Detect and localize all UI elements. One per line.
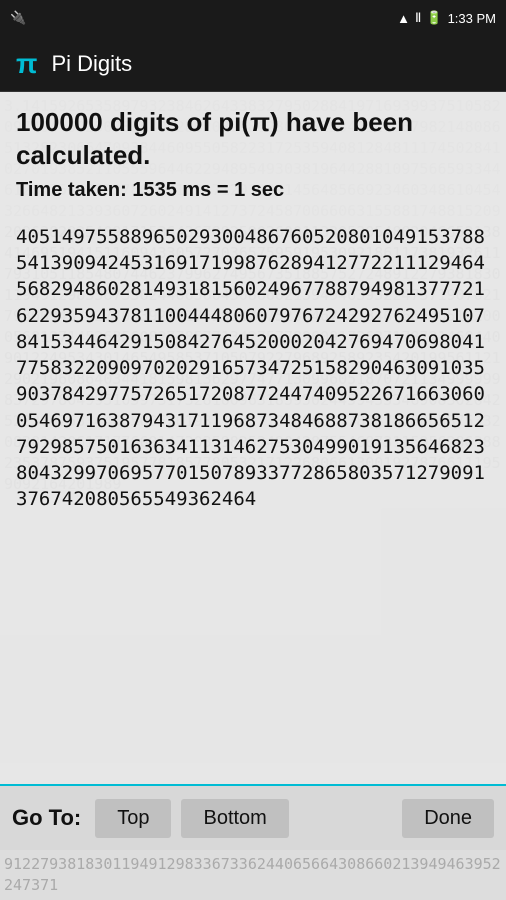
time-taken-text: Time taken: 1535 ms = 1 sec — [16, 179, 490, 202]
done-button[interactable]: Done — [402, 799, 494, 838]
time-display: 1:33 PM — [448, 11, 496, 26]
title-bar: π Pi Digits — [0, 36, 506, 92]
info-box: 100000 digits of pi(π) have been calcula… — [0, 92, 506, 218]
fg-content: 100000 digits of pi(π) have been calcula… — [0, 92, 506, 900]
signal-icon: Ⅱ — [415, 10, 421, 26]
app-title: Pi Digits — [51, 51, 132, 77]
usb-icon: 🔌 — [10, 10, 26, 26]
pi-symbol: π — [16, 48, 37, 80]
top-button[interactable]: Top — [95, 799, 171, 838]
digits-display: 4051497558896502930048676052080104915378… — [0, 218, 506, 784]
content-area: 3.14159265358979323846264338327950288419… — [0, 92, 506, 900]
status-right: ▲ Ⅱ 🔋 1:33 PM — [397, 10, 496, 26]
wifi-icon: ▲ — [397, 11, 410, 26]
status-left: 🔌 — [10, 10, 26, 26]
below-footer-digits: 9122793818301194912983367336244065664308… — [0, 850, 506, 900]
status-bar: 🔌 ▲ Ⅱ 🔋 1:33 PM — [0, 0, 506, 36]
go-to-label: Go To: — [12, 805, 81, 831]
digits-count-text: 100000 digits of pi(π) have been calcula… — [16, 106, 490, 171]
footer-bar: Go To: Top Bottom Done — [0, 786, 506, 850]
battery-icon: 🔋 — [426, 10, 442, 26]
bottom-button[interactable]: Bottom — [181, 799, 288, 838]
